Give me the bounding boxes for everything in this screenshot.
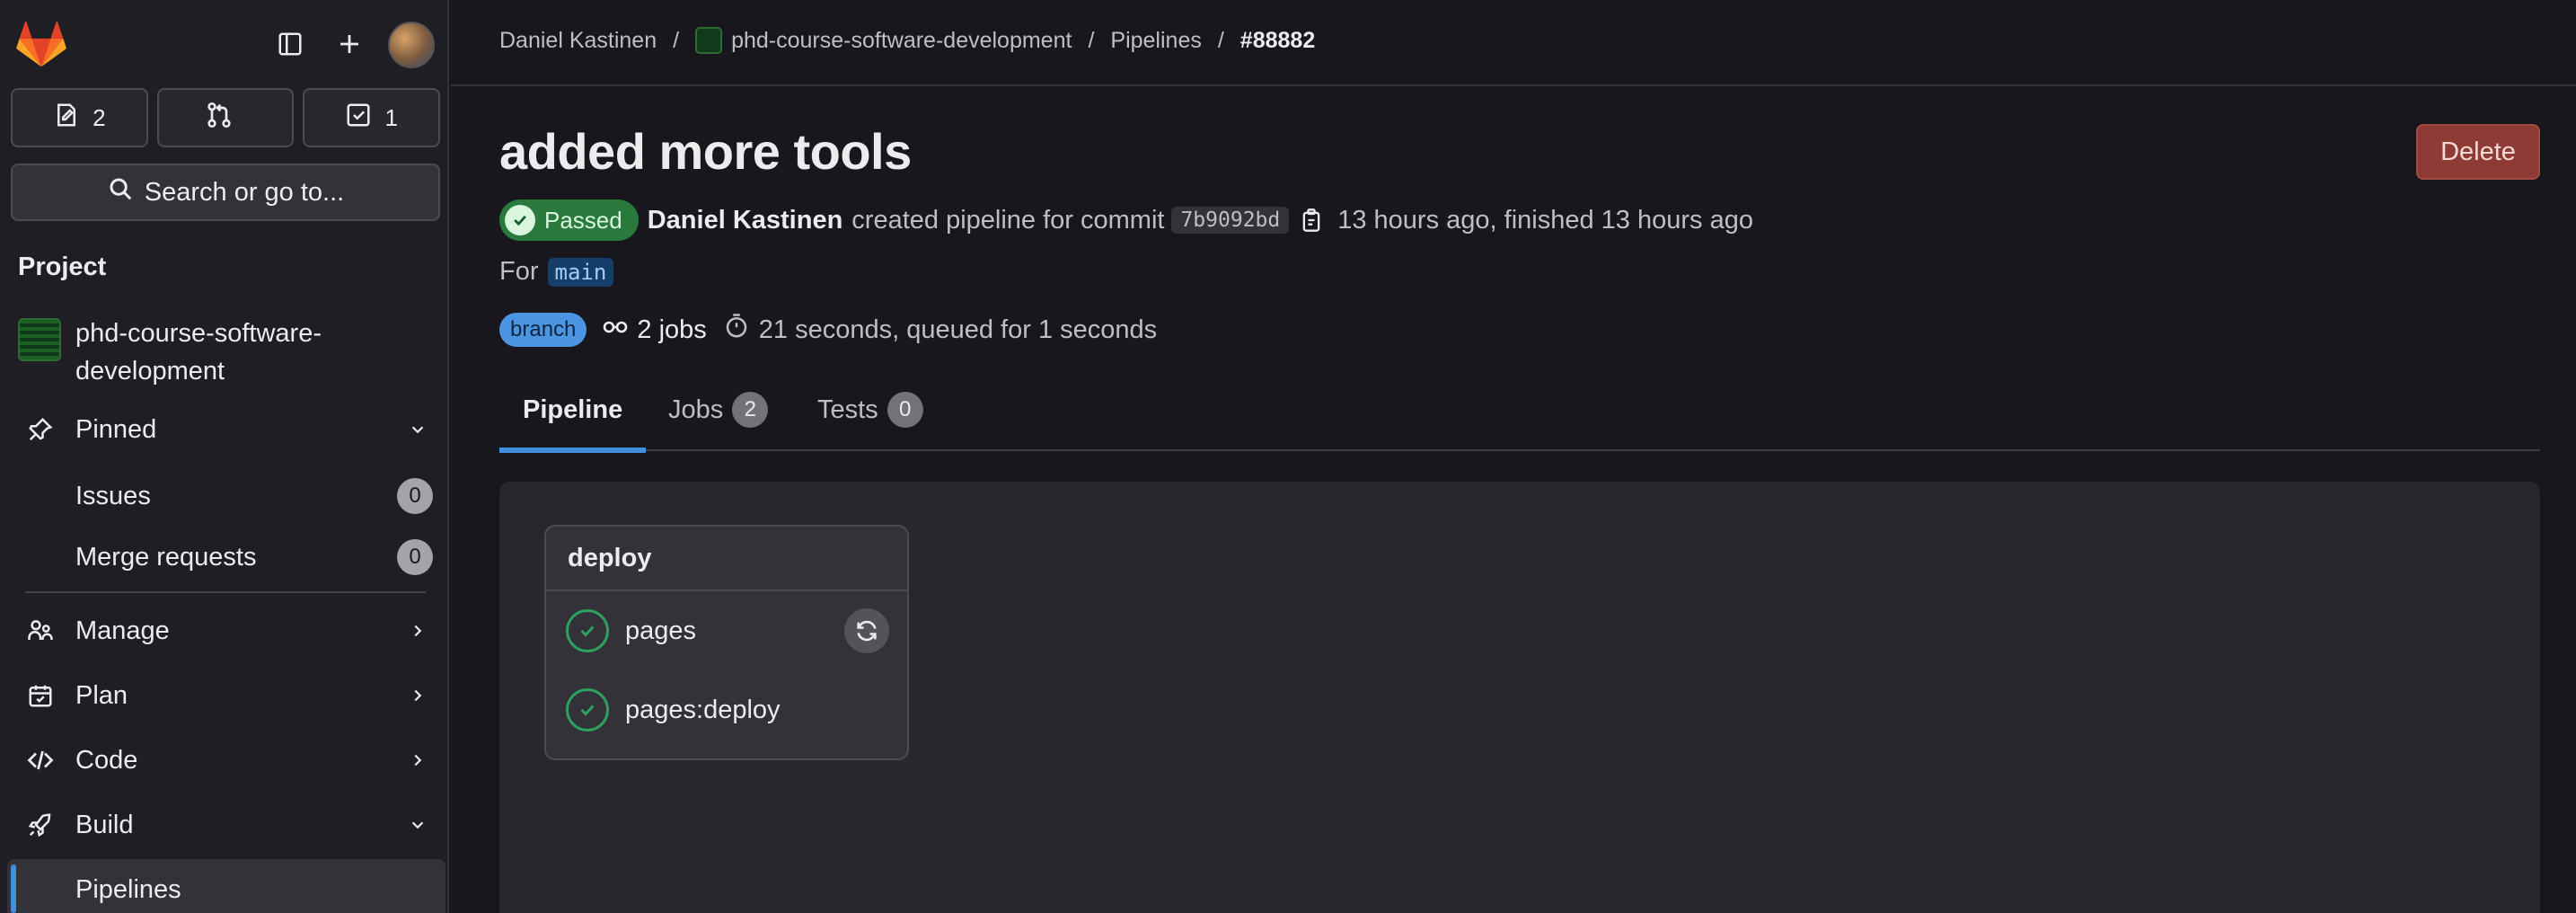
breadcrumb-pipeline-id[interactable]: #88882 bbox=[1240, 28, 1315, 54]
pipeline-tabs: Pipeline Jobs 2 Tests 0 bbox=[499, 368, 2540, 453]
count-badge: 0 bbox=[397, 539, 433, 575]
success-icon bbox=[566, 688, 609, 731]
count-badge: 0 bbox=[397, 478, 433, 514]
users-icon bbox=[25, 616, 56, 646]
sidebar-header bbox=[0, 0, 449, 90]
pipeline-graph: deploy pages pages:deploy bbox=[499, 482, 2540, 913]
count-badge: 2 bbox=[732, 392, 769, 428]
pipeline-meta: Passed Daniel Kastinen created pipeline … bbox=[499, 199, 1753, 241]
sidebar-item-issues[interactable]: Issues 0 bbox=[0, 465, 449, 527]
user-avatar[interactable] bbox=[388, 22, 435, 68]
sidebar-item-merge-requests[interactable]: Merge requests 0 bbox=[0, 527, 449, 588]
todos-count: 1 bbox=[384, 103, 398, 131]
sidebar: 2 1 Search or go to... Project phd-cours… bbox=[0, 0, 449, 913]
issues-count: 2 bbox=[93, 103, 106, 131]
merge-request-icon bbox=[205, 101, 234, 136]
pipeline-action-text: created pipeline for commit bbox=[851, 205, 1165, 235]
chevron-right-icon bbox=[404, 682, 431, 709]
pipeline-author[interactable]: Daniel Kastinen bbox=[648, 206, 843, 235]
commit-sha[interactable]: 7b9092bd bbox=[1171, 207, 1290, 234]
sidebar-item-label: Code bbox=[75, 745, 138, 775]
tab-label: Jobs bbox=[668, 394, 724, 424]
sidebar-item-label: Merge requests bbox=[75, 542, 257, 572]
sidebar-item-label: Issues bbox=[75, 481, 151, 510]
rocket-icon bbox=[25, 810, 56, 840]
chevron-right-icon bbox=[404, 747, 431, 774]
tab-pipeline[interactable]: Pipeline bbox=[499, 368, 647, 453]
copy-icon[interactable] bbox=[1298, 205, 1325, 235]
job-item[interactable]: pages bbox=[546, 595, 907, 667]
status-label: Passed bbox=[544, 206, 622, 234]
project-avatar bbox=[695, 27, 723, 54]
active-indicator bbox=[11, 864, 16, 913]
sidebar-item-pipelines[interactable] bbox=[7, 859, 446, 913]
breadcrumb-project[interactable]: phd-course-software-development bbox=[731, 28, 1072, 54]
sidebar-item-build[interactable]: Build bbox=[0, 794, 449, 855]
sidebar-item-label: Pinned bbox=[75, 414, 157, 444]
chevron-right-icon bbox=[404, 617, 431, 644]
status-badge[interactable]: Passed bbox=[499, 199, 639, 241]
sidebar-section-title: Project bbox=[18, 253, 107, 281]
breadcrumb-user[interactable]: Daniel Kastinen bbox=[499, 28, 657, 54]
tab-tests[interactable]: Tests 0 bbox=[817, 368, 923, 451]
stage-title: deploy bbox=[546, 527, 907, 591]
retry-icon[interactable] bbox=[844, 608, 889, 653]
todo-icon bbox=[345, 102, 372, 135]
ref-link[interactable]: main bbox=[547, 257, 614, 287]
search-label: Search or go to... bbox=[144, 177, 345, 207]
count-badge: 0 bbox=[887, 392, 923, 428]
project-name: phd-course-software-development bbox=[75, 319, 322, 386]
pipeline-icon bbox=[601, 315, 630, 345]
sidebar-item-label: Plan bbox=[75, 680, 128, 710]
code-icon bbox=[25, 745, 56, 776]
todos-counter-button[interactable]: 1 bbox=[303, 88, 441, 147]
job-item[interactable]: pages:deploy bbox=[546, 674, 907, 746]
main-content: added more tools Delete Passed Daniel Ka… bbox=[451, 86, 2576, 913]
jobs-count: 2 jobs bbox=[601, 315, 707, 345]
chevron-down-icon bbox=[404, 416, 431, 443]
tab-label: Pipeline bbox=[523, 394, 623, 424]
issues-icon bbox=[53, 102, 80, 135]
project-avatar bbox=[18, 318, 61, 361]
search-button[interactable]: Search or go to... bbox=[11, 164, 440, 221]
success-icon bbox=[566, 609, 609, 652]
tab-label: Tests bbox=[817, 394, 878, 424]
check-circle-icon bbox=[505, 205, 535, 235]
sidebar-item-manage[interactable]: Manage bbox=[0, 600, 449, 661]
stage-column: deploy pages pages:deploy bbox=[544, 525, 909, 760]
gitlab-logo-icon[interactable] bbox=[16, 20, 66, 68]
sidebar-item-label: Manage bbox=[75, 616, 170, 645]
plus-icon[interactable] bbox=[327, 22, 372, 66]
delete-button[interactable]: Delete bbox=[2416, 124, 2540, 180]
top-bar: Daniel Kastinen / phd-course-software-de… bbox=[451, 0, 2576, 86]
merge-requests-counter-button[interactable] bbox=[156, 88, 295, 147]
search-icon bbox=[107, 175, 134, 209]
breadcrumb: Daniel Kastinen / phd-course-software-de… bbox=[499, 27, 1316, 54]
sidebar-item-plan[interactable]: Plan bbox=[0, 665, 449, 726]
branch-badge: branch bbox=[499, 313, 587, 347]
pipeline-ref-line: For main bbox=[499, 257, 614, 287]
sidebar-item-code[interactable]: Code bbox=[0, 730, 449, 791]
timer-icon bbox=[723, 313, 750, 347]
sidebar-divider bbox=[25, 591, 426, 593]
jobs-count-label: 2 jobs bbox=[637, 315, 707, 344]
issues-counter-button[interactable]: 2 bbox=[11, 88, 148, 147]
calendar-icon bbox=[25, 680, 56, 711]
breadcrumb-pipelines[interactable]: Pipelines bbox=[1110, 28, 1201, 54]
page-title: added more tools bbox=[499, 123, 912, 180]
job-name: pages bbox=[625, 616, 697, 645]
duration: 21 seconds, queued for 1 seconds bbox=[723, 313, 1157, 347]
pipeline-info: branch 2 jobs 21 seconds, queued for 1 s… bbox=[499, 309, 1157, 350]
tab-jobs[interactable]: Jobs 2 bbox=[668, 368, 769, 451]
chevron-down-icon bbox=[404, 811, 431, 838]
sidebar-item-label: Build bbox=[75, 810, 134, 839]
for-label: For bbox=[499, 257, 539, 286]
duration-label: 21 seconds, queued for 1 seconds bbox=[758, 315, 1158, 344]
sidebar-item-pinned[interactable]: Pinned bbox=[0, 399, 449, 460]
pipeline-time: 13 hours ago, finished 13 hours ago bbox=[1337, 205, 1753, 235]
sidebar-toggle-icon[interactable] bbox=[268, 22, 313, 66]
pin-icon bbox=[25, 414, 56, 445]
job-name: pages:deploy bbox=[625, 695, 781, 724]
user-counters: 2 1 bbox=[11, 88, 441, 147]
